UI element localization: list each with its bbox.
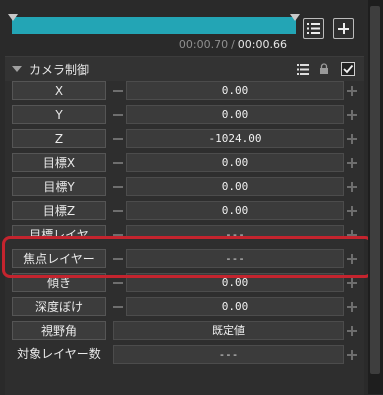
decrement-icon[interactable]	[113, 114, 123, 116]
param-label[interactable]: Z	[12, 129, 106, 148]
list-button[interactable]	[303, 18, 324, 39]
param-label: 対象レイヤー数	[17, 347, 101, 361]
lock-icon[interactable]	[319, 63, 329, 75]
increment-icon[interactable]	[347, 110, 357, 120]
param-value[interactable]: 0.00	[126, 81, 344, 100]
timecode: 00:00.70/00:00.66	[179, 38, 287, 51]
increment-icon[interactable]	[347, 134, 357, 144]
param-label[interactable]: 目標X	[12, 153, 106, 172]
param-value[interactable]: 0.00	[126, 297, 344, 316]
increment-icon[interactable]	[347, 302, 357, 312]
param-value[interactable]: ---	[126, 225, 344, 236]
param-label[interactable]: 目標レイヤ	[12, 225, 106, 236]
param-label[interactable]: X	[12, 81, 106, 100]
list-icon[interactable]	[297, 64, 309, 75]
param-row-fov: 視野角 既定値	[5, 320, 364, 342]
increment-icon[interactable]	[347, 206, 357, 216]
decrement-icon[interactable]	[113, 210, 123, 212]
increment-icon[interactable]	[347, 182, 357, 192]
param-row-target-y: 目標Y 0.00	[5, 176, 364, 198]
decrement-icon[interactable]	[113, 282, 123, 284]
param-value[interactable]: 既定値	[113, 321, 344, 340]
param-row-depth-blur: 深度ぼけ 0.00	[5, 296, 364, 318]
param-row-target-layer: 目標レイヤ ---	[5, 224, 364, 236]
param-label[interactable]: 目標Y	[12, 177, 106, 196]
time-separator: /	[231, 38, 235, 51]
param-value[interactable]: 0.00	[126, 153, 344, 172]
param-label[interactable]: 視野角	[12, 321, 106, 340]
highlight-frame	[2, 236, 373, 278]
decrement-icon[interactable]	[113, 162, 123, 164]
param-value[interactable]: -1024.00	[126, 129, 344, 148]
add-button[interactable]	[333, 18, 354, 39]
increment-icon[interactable]	[347, 278, 357, 288]
enable-checkbox[interactable]	[341, 62, 355, 76]
param-row-x: X 0.00	[5, 80, 364, 102]
start-marker-icon[interactable]	[8, 14, 18, 21]
decrement-icon[interactable]	[113, 186, 123, 188]
increment-icon[interactable]	[347, 158, 357, 168]
param-label[interactable]: 深度ぼけ	[12, 297, 106, 316]
end-marker-icon[interactable]	[290, 14, 300, 21]
track-progress	[12, 17, 296, 34]
triangle-down-icon[interactable]	[12, 66, 22, 72]
param-value[interactable]: 0.00	[126, 177, 344, 196]
section-title: カメラ制御	[29, 63, 90, 77]
param-value[interactable]: 0.00	[126, 201, 344, 220]
increment-icon[interactable]	[347, 326, 357, 336]
decrement-icon[interactable]	[113, 138, 123, 140]
increment-icon[interactable]	[347, 350, 357, 360]
decrement-icon[interactable]	[113, 90, 123, 92]
param-row-z: Z -1024.00	[5, 128, 364, 150]
camera-control-panel: カメラ制御 X 0.00 Y 0.00 Z -1024.00 目標X 0.00 …	[5, 56, 364, 395]
param-label[interactable]: 目標Z	[12, 201, 106, 220]
param-row-target-z: 目標Z 0.00	[5, 200, 364, 222]
param-value[interactable]: ---	[113, 345, 344, 364]
timeline-bar: 00:00.70/00:00.66	[0, 0, 383, 56]
param-row-target-layer-count: 対象レイヤー数 ---	[5, 344, 364, 366]
increment-icon[interactable]	[347, 86, 357, 96]
param-label[interactable]: Y	[12, 105, 106, 124]
param-row-y: Y 0.00	[5, 104, 364, 126]
timeline-track[interactable]	[8, 14, 300, 36]
param-value[interactable]: 0.00	[126, 105, 344, 124]
param-row-target-x: 目標X 0.00	[5, 152, 364, 174]
section-header[interactable]: カメラ制御	[5, 57, 364, 81]
checkmark-icon	[343, 64, 354, 74]
list-icon	[307, 23, 320, 34]
decrement-icon[interactable]	[113, 306, 123, 308]
total-time: 00:00.66	[237, 38, 287, 51]
current-time: 00:00.70	[178, 38, 229, 51]
scrollbar-thumb[interactable]	[370, 6, 380, 374]
